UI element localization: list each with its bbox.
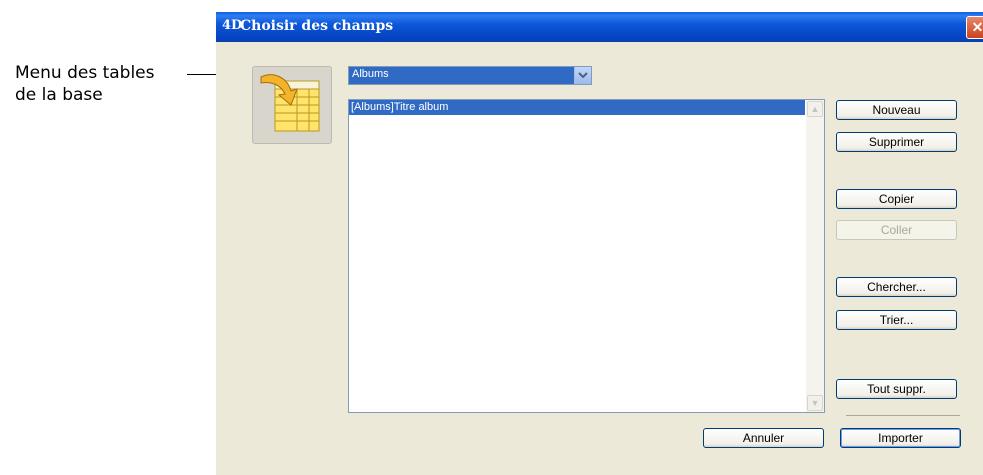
callout-line-2: de la base <box>15 85 103 105</box>
dropdown-arrow-icon[interactable] <box>574 67 591 84</box>
search-button[interactable]: Chercher... <box>836 277 957 297</box>
table-menu-callout: Menu des tables de la base <box>15 62 155 106</box>
table-arrow-icon <box>260 74 320 132</box>
table-menu-selected: Albums <box>352 68 389 80</box>
table-icon <box>252 66 332 144</box>
separator <box>846 415 960 416</box>
field-list[interactable]: [Albums]Titre album ▲ ▼ <box>348 99 825 413</box>
choose-fields-dialog: 4D Choisir des champs ✕ Albums [Albums]T… <box>216 12 983 475</box>
list-item[interactable]: [Albums]Titre album <box>349 100 805 115</box>
scroll-up-button[interactable]: ▲ <box>807 101 823 117</box>
cancel-button[interactable]: Annuler <box>703 428 824 448</box>
window-title: Choisir des champs <box>240 18 394 34</box>
chevron-down-icon <box>578 72 588 79</box>
paste-button[interactable]: Coller <box>836 220 957 240</box>
delete-button[interactable]: Supprimer <box>836 132 957 152</box>
title-bar[interactable]: 4D Choisir des champs ✕ <box>216 12 983 42</box>
clear-all-button[interactable]: Tout suppr. <box>836 379 957 399</box>
table-menu-dropdown[interactable]: Albums <box>348 66 592 85</box>
copy-button[interactable]: Copier <box>836 189 957 209</box>
vertical-scrollbar[interactable]: ▲ ▼ <box>806 100 824 412</box>
callout-line-1: Menu des tables <box>15 63 155 83</box>
sort-button[interactable]: Trier... <box>836 310 957 330</box>
close-button[interactable]: ✕ <box>966 16 983 39</box>
new-button[interactable]: Nouveau <box>836 100 957 120</box>
import-button[interactable]: Importer <box>840 428 961 448</box>
scroll-down-button[interactable]: ▼ <box>807 395 823 411</box>
